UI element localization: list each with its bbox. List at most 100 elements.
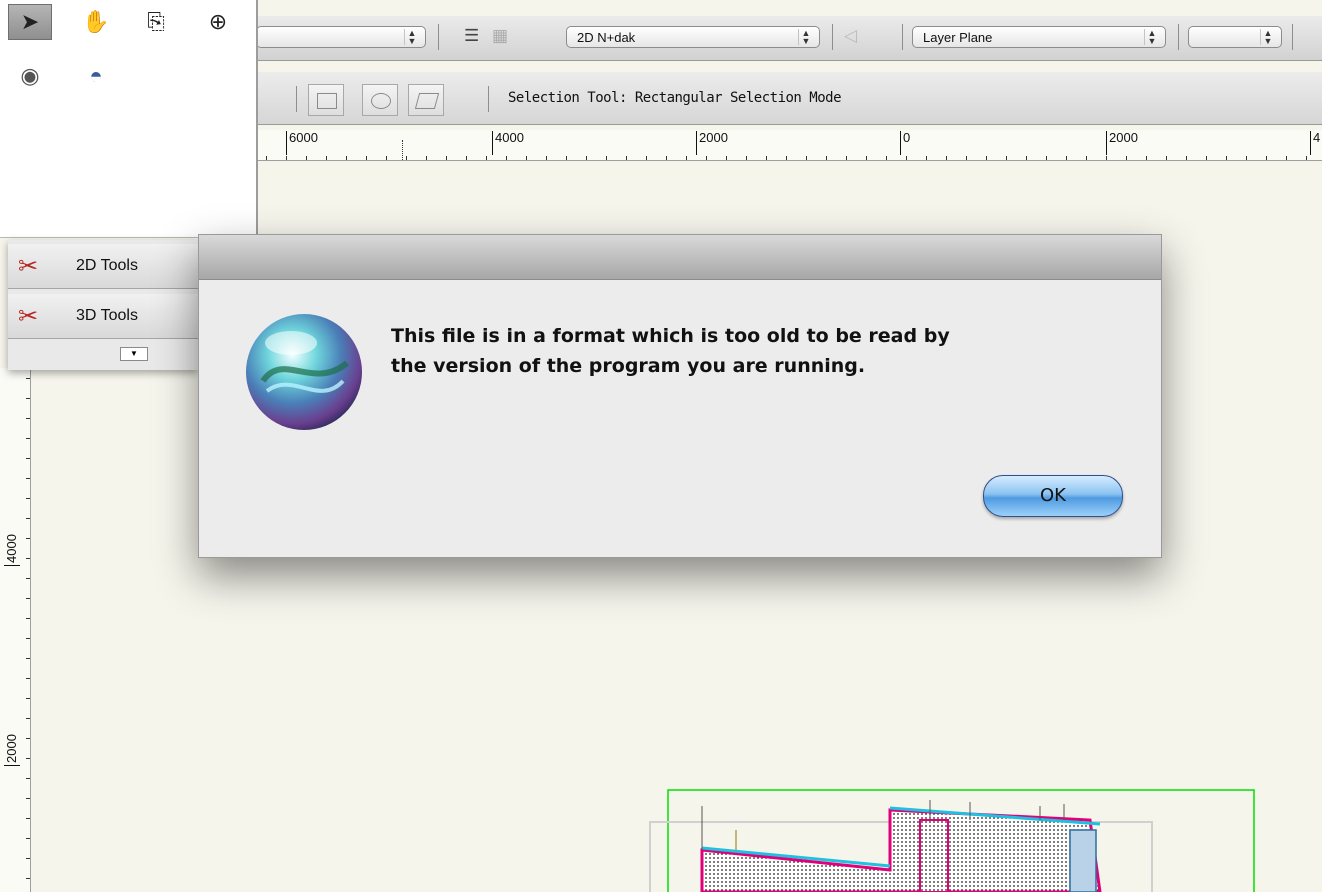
ruler-tick bbox=[786, 156, 787, 160]
ok-button[interactable]: OK bbox=[983, 475, 1123, 517]
ruler-tick bbox=[966, 156, 967, 160]
page-popup[interactable]: ▲ ▼ bbox=[1188, 26, 1282, 48]
ruler-tick bbox=[906, 156, 907, 160]
ruler-label: 2000 bbox=[4, 734, 20, 766]
ruler-tick bbox=[26, 378, 30, 379]
ruler-tick bbox=[26, 418, 30, 419]
ruler-label: 2000 bbox=[1106, 131, 1138, 155]
polygon-icon bbox=[414, 93, 440, 109]
protractor-tool[interactable]: ◓ bbox=[74, 58, 118, 94]
wall-section bbox=[1069, 829, 1097, 892]
ruler-tick bbox=[26, 678, 30, 679]
separator bbox=[1292, 24, 1293, 50]
layer-popup[interactable]: 2D N+dak ▲ ▼ bbox=[566, 26, 820, 48]
class-popup[interactable]: ▲ ▼ bbox=[256, 26, 426, 48]
ruler-label: 4000 bbox=[492, 131, 524, 155]
ruler-tick bbox=[1066, 156, 1067, 160]
ruler-tick bbox=[766, 156, 767, 160]
ruler-tick bbox=[666, 156, 667, 160]
mode-bar: Selection Tool: Rectangular Selection Mo… bbox=[256, 72, 1322, 125]
zoom-page-tool[interactable]: ⎘ bbox=[134, 4, 178, 40]
separator bbox=[438, 24, 439, 50]
selection-tool[interactable]: ➤ bbox=[8, 4, 52, 40]
toolset-menu-button[interactable]: ▼ bbox=[120, 347, 148, 361]
dialog-titlebar bbox=[199, 235, 1161, 280]
ruler-tick bbox=[1306, 156, 1307, 160]
ruler-tick bbox=[746, 156, 747, 160]
ruler-tick bbox=[566, 156, 567, 160]
ruler-tick bbox=[1286, 156, 1287, 160]
toolset-2d-tools[interactable]: ✂ 2D Tools bbox=[8, 244, 198, 289]
ruler-label: 2000 bbox=[696, 131, 728, 155]
ruler-tick bbox=[402, 140, 404, 160]
ruler-label: 0 bbox=[900, 131, 910, 155]
ruler-tick bbox=[446, 156, 447, 160]
ruler-tick bbox=[26, 798, 30, 799]
ruler-tick bbox=[1226, 156, 1227, 160]
toolset-3d-tools[interactable]: ✂ 3D Tools bbox=[8, 294, 198, 339]
tape-measure-icon: ◉ bbox=[20, 63, 40, 88]
ruler-label: 4 bbox=[1310, 131, 1320, 155]
separator bbox=[488, 86, 489, 112]
ruler-tick bbox=[326, 156, 327, 160]
polygon-mode-button[interactable] bbox=[408, 84, 444, 116]
rectangle-mode-button[interactable] bbox=[308, 84, 344, 116]
ruler-tick bbox=[26, 478, 30, 479]
grid-icon[interactable]: ▦ bbox=[492, 26, 508, 46]
ruler-tick bbox=[646, 156, 647, 160]
lasso-icon bbox=[371, 93, 391, 109]
separator bbox=[1178, 24, 1179, 50]
ruler-tick bbox=[506, 156, 507, 160]
ruler-tick bbox=[26, 758, 30, 759]
ruler-tick bbox=[866, 156, 867, 160]
popup-arrows-icon: ▲ ▼ bbox=[1144, 29, 1159, 46]
ruler-tick bbox=[26, 638, 30, 639]
ruler-tick bbox=[1106, 156, 1107, 160]
drawing-canvas bbox=[649, 789, 1255, 892]
tool-status-text: Selection Tool: Rectangular Selection Mo… bbox=[508, 90, 842, 106]
ruler-tick bbox=[26, 838, 30, 839]
ruler-tick bbox=[26, 698, 30, 699]
ruler-tick bbox=[26, 718, 30, 719]
ruler-tick bbox=[1026, 156, 1027, 160]
ruler-tick bbox=[986, 156, 987, 160]
ruler-tick bbox=[26, 458, 30, 459]
page-zoom-icon: ⎘ bbox=[147, 9, 165, 34]
ruler-tick bbox=[626, 156, 627, 160]
ruler-tick bbox=[26, 878, 30, 879]
separator bbox=[902, 24, 903, 50]
wrench-screwdriver-icon: ✂ bbox=[18, 303, 39, 330]
ruler-tick bbox=[346, 156, 347, 160]
ruler-tick bbox=[1186, 156, 1187, 160]
zoom-tool[interactable]: ⊕ bbox=[196, 4, 240, 40]
wall-section bbox=[919, 819, 949, 892]
measure-tool[interactable]: ◉ bbox=[8, 58, 52, 94]
ruler-tick bbox=[846, 156, 847, 160]
dialog-message-line: the version of the program you are runni… bbox=[391, 355, 866, 377]
ruler-tick bbox=[26, 658, 30, 659]
ruler-tick bbox=[926, 156, 927, 160]
ruler-label: 4000 bbox=[4, 534, 20, 566]
ruler-tick bbox=[546, 156, 547, 160]
ruler-tick bbox=[26, 398, 30, 399]
ruler-label: 6000 bbox=[286, 131, 318, 155]
pan-tool[interactable]: ✋ bbox=[74, 4, 118, 40]
ruler-tick bbox=[26, 538, 30, 539]
view-icon[interactable]: ◁ bbox=[844, 26, 857, 46]
magnifier-icon: ⊕ bbox=[208, 9, 228, 34]
protractor-icon: ◓ bbox=[89, 63, 103, 88]
layers-icon[interactable]: ☰ bbox=[464, 26, 479, 46]
application-icon bbox=[246, 314, 362, 430]
ruler-tick bbox=[26, 738, 30, 739]
ruler-tick bbox=[686, 156, 687, 160]
layer-popup-value: 2D N+dak bbox=[577, 30, 636, 45]
plane-popup[interactable]: Layer Plane ▲ ▼ bbox=[912, 26, 1166, 48]
ruler-tick bbox=[286, 156, 287, 160]
ruler-tick bbox=[466, 156, 467, 160]
ruler-tick bbox=[726, 156, 727, 160]
ruler-tick bbox=[26, 498, 30, 499]
lasso-mode-button[interactable] bbox=[362, 84, 398, 116]
separator bbox=[296, 86, 297, 112]
ruler-tick bbox=[1046, 156, 1047, 160]
ruler-tick bbox=[1146, 156, 1147, 160]
